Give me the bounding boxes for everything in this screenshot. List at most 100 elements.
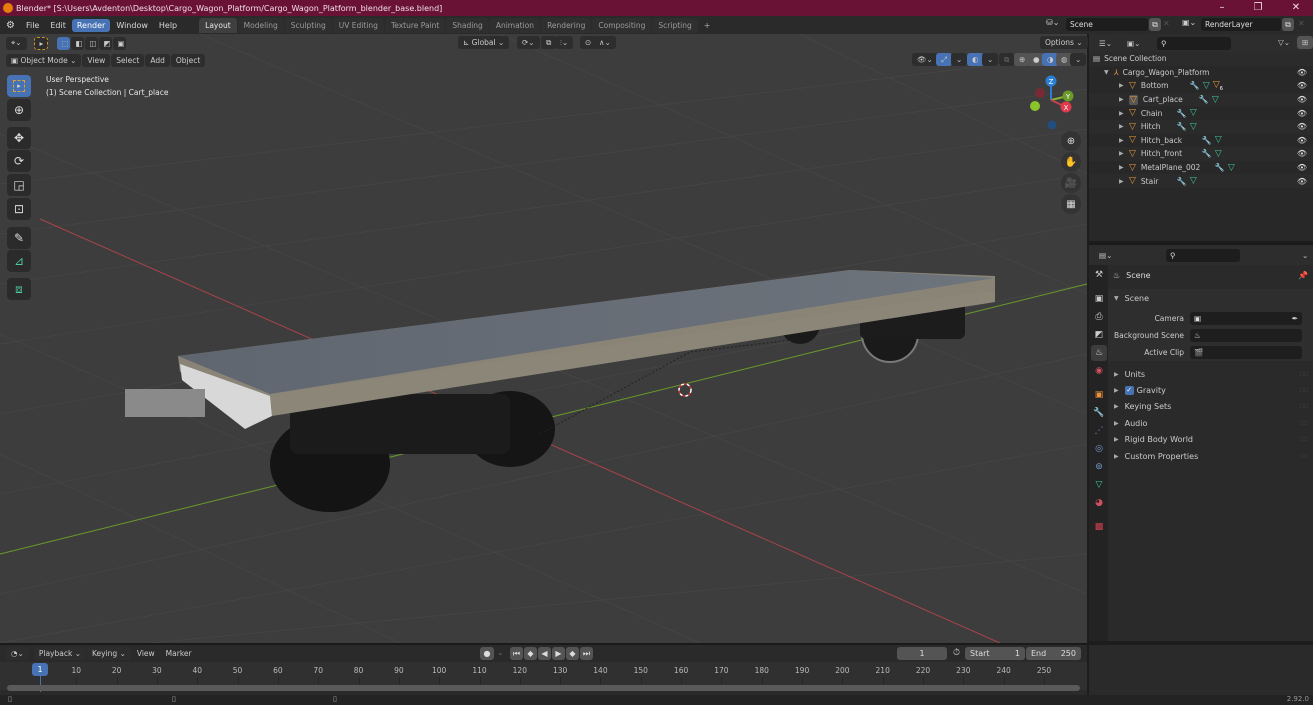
- menu-window[interactable]: Window: [111, 19, 153, 32]
- 3d-viewport[interactable]: [0, 34, 1087, 643]
- xray-toggle-icon[interactable]: ⧉: [999, 53, 1015, 66]
- viewlayer-selector-icon[interactable]: ▣⌄: [1182, 18, 1196, 27]
- overlay-dropdown[interactable]: ⌄: [982, 53, 999, 66]
- visibility-eye-icon[interactable]: 👁: [1297, 149, 1307, 158]
- view-layer-field[interactable]: RenderLayer: [1201, 18, 1281, 31]
- tab-texture[interactable]: ▩: [1091, 519, 1107, 535]
- tool-rotate[interactable]: ⟳: [7, 150, 31, 172]
- new-scene-icon[interactable]: ⧉: [1149, 18, 1161, 31]
- transform-orientation-dropdown[interactable]: ⊾ Global ⌄: [458, 36, 510, 49]
- outliner-object-row[interactable]: ▶ ▽ Bottom 🔧 ▽ ▽6 👁: [1089, 79, 1313, 93]
- visibility-eye-icon[interactable]: 👁: [1297, 163, 1307, 172]
- visibility-eye-icon[interactable]: 👁: [1297, 81, 1307, 90]
- drag-grip-icon[interactable]: ∷∷: [1300, 436, 1308, 443]
- tab-layout[interactable]: Layout: [199, 17, 237, 33]
- mesh-data-icon[interactable]: ▽: [1228, 163, 1235, 173]
- tab-data[interactable]: ▽: [1091, 477, 1107, 493]
- menu-view[interactable]: View: [82, 53, 111, 67]
- scene-selector-icon[interactable]: ⛁⌄: [1046, 18, 1059, 27]
- menu-timeline-view[interactable]: View: [132, 647, 160, 660]
- stopwatch-icon[interactable]: ⏱: [953, 648, 960, 658]
- properties-search-input[interactable]: ⚲: [1166, 249, 1240, 262]
- panel-audio[interactable]: ▶ Audio ∷∷: [1114, 415, 1308, 431]
- menu-playback[interactable]: Playback ⌄: [33, 646, 86, 660]
- timeline-scrollbar[interactable]: [7, 685, 1080, 691]
- panel-custom-properties[interactable]: ▶ Custom Properties ∷∷: [1114, 448, 1308, 464]
- camera-field[interactable]: ▣ ✒: [1190, 311, 1302, 325]
- outliner-collection-row[interactable]: ▼ ⅄ Cargo_Wagon_Platform 👁: [1089, 66, 1313, 80]
- tool-select-box[interactable]: ▸: [7, 75, 31, 97]
- new-view-layer-icon[interactable]: ⧉: [1282, 18, 1294, 31]
- zoom-view-button[interactable]: ⊕: [1061, 131, 1081, 151]
- menu-select[interactable]: Select: [111, 53, 145, 67]
- tab-sculpting[interactable]: Sculpting: [284, 17, 332, 33]
- drag-grip-icon[interactable]: ∷∷: [1300, 403, 1308, 410]
- mesh-data-icon[interactable]: ▽: [1190, 108, 1197, 118]
- delete-view-layer-icon[interactable]: ✕: [1298, 19, 1305, 28]
- modifier-wrench-icon[interactable]: 🔧: [1177, 109, 1187, 118]
- scene-name-field[interactable]: Scene: [1066, 18, 1148, 31]
- select-invert-mode-icon[interactable]: ◩: [98, 36, 112, 50]
- select-intersect-mode-icon[interactable]: ▣: [112, 36, 126, 50]
- visibility-eye-icon[interactable]: 👁: [1297, 68, 1307, 77]
- close-button[interactable]: ✕: [1282, 0, 1310, 16]
- mesh-data-icon[interactable]: ▽: [1203, 81, 1210, 91]
- active-clip-field[interactable]: 🎬: [1190, 345, 1302, 359]
- tab-compositing[interactable]: Compositing: [592, 17, 652, 33]
- tool-measure[interactable]: ⊿: [7, 250, 31, 272]
- tool-scale[interactable]: ◲: [7, 174, 31, 196]
- modifier-wrench-icon[interactable]: 🔧: [1202, 149, 1212, 158]
- modifier-wrench-icon[interactable]: 🔧: [1199, 95, 1209, 104]
- visibility-eye-icon[interactable]: 👁: [1297, 136, 1307, 145]
- blender-menu-icon[interactable]: ⚙: [6, 20, 15, 31]
- panel-units[interactable]: ▶ Units ∷∷: [1114, 366, 1308, 382]
- pin-icon[interactable]: 📌: [1298, 271, 1308, 280]
- tab-rendering[interactable]: Rendering: [541, 17, 592, 33]
- navigation-gizmo[interactable]: Z Y X: [1026, 74, 1078, 132]
- drag-grip-icon[interactable]: ∷∷: [1300, 371, 1308, 378]
- expand-arrow-icon[interactable]: ▶: [1119, 82, 1129, 89]
- outliner-search-input[interactable]: ⚲: [1157, 37, 1231, 50]
- scene-panel-header[interactable]: ▼ Scene: [1114, 290, 1149, 306]
- background-scene-field[interactable]: ♨: [1190, 328, 1302, 342]
- play-button[interactable]: ▶: [552, 647, 565, 660]
- add-workspace-button[interactable]: +: [699, 19, 716, 32]
- tool-move[interactable]: ✥: [7, 127, 31, 149]
- tab-output[interactable]: ⎙: [1091, 309, 1107, 325]
- timeline-editor-type-icon[interactable]: ◔⌄: [6, 646, 29, 660]
- jump-start-button[interactable]: ⏮: [510, 647, 523, 660]
- panel-gravity[interactable]: ▶ ✓ Gravity ∷∷: [1114, 382, 1308, 398]
- tab-scene[interactable]: ♨: [1091, 345, 1107, 361]
- tool-cursor[interactable]: ⊕: [7, 99, 31, 121]
- expand-arrow-icon[interactable]: ▶: [1119, 110, 1129, 117]
- expand-arrow-icon[interactable]: ▶: [1119, 178, 1129, 185]
- outliner-object-row[interactable]: ▶ ▽ Hitch_back 🔧 ▽ 👁: [1089, 134, 1313, 148]
- tab-modifiers[interactable]: 🔧: [1091, 405, 1107, 421]
- outliner-object-row[interactable]: ▶ ▽ MetalPlane_002 🔧 ▽ 👁: [1089, 161, 1313, 175]
- menu-help[interactable]: Help: [154, 19, 182, 32]
- prev-keyframe-button[interactable]: ◆: [524, 647, 537, 660]
- tool-add-cube[interactable]: ⧈: [7, 278, 31, 300]
- mesh-data-icon[interactable]: ▽: [1215, 149, 1222, 159]
- outliner-object-row[interactable]: ▶ ▽ Hitch_front 🔧 ▽ 👁: [1089, 147, 1313, 161]
- start-frame-field[interactable]: Start 1: [965, 647, 1025, 660]
- menu-edit[interactable]: Edit: [45, 19, 71, 32]
- tab-view-layer[interactable]: ◩: [1091, 327, 1107, 343]
- tab-uv-editing[interactable]: UV Editing: [332, 17, 384, 33]
- tab-object[interactable]: ▣: [1091, 387, 1107, 403]
- menu-add[interactable]: Add: [145, 53, 170, 67]
- modifier-wrench-icon[interactable]: 🔧: [1215, 163, 1225, 172]
- filter-dropdown[interactable]: ▽⌄: [1273, 36, 1296, 49]
- menu-render[interactable]: Render: [71, 18, 111, 32]
- mesh-data-icon[interactable]: ▽: [1190, 122, 1197, 132]
- tab-tool[interactable]: ⚒: [1091, 267, 1107, 283]
- minimize-button[interactable]: –: [1208, 0, 1236, 16]
- tool-annotate[interactable]: ✎: [7, 227, 31, 249]
- tool-transform[interactable]: ⊡: [7, 198, 31, 220]
- menu-keying[interactable]: Keying ⌄: [86, 646, 131, 660]
- modifier-wrench-icon[interactable]: 🔧: [1177, 122, 1187, 131]
- tab-texture-paint[interactable]: Texture Paint: [384, 17, 446, 33]
- tab-constraints[interactable]: ⊚: [1091, 459, 1107, 475]
- properties-options-dropdown[interactable]: ⌄: [1297, 249, 1313, 262]
- outliner-object-row[interactable]: ▶ ▽ Cart_place 🔧 ▽ 👁: [1089, 92, 1313, 107]
